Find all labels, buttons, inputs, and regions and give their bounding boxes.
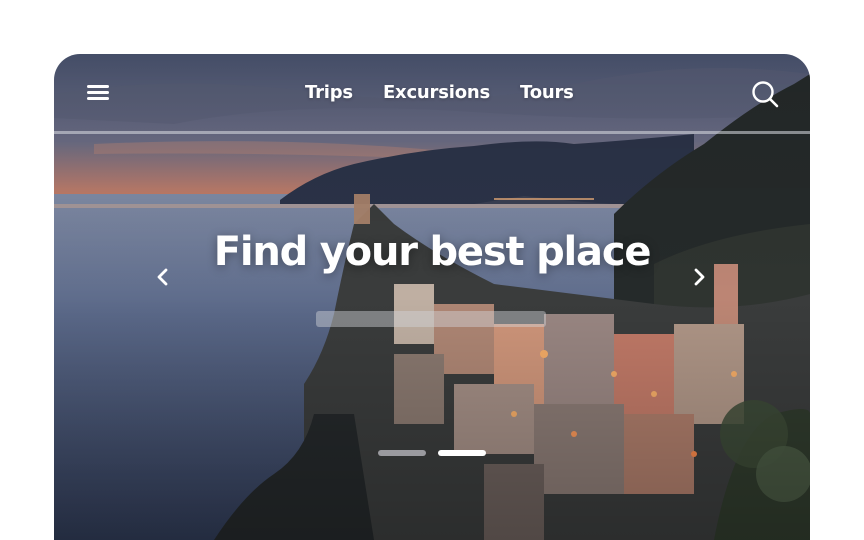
chevron-right-icon[interactable] (687, 265, 711, 289)
search-icon[interactable] (750, 79, 780, 109)
nav-links: Trips Excursions Tours (305, 81, 574, 105)
nav-link-trips[interactable]: Trips (305, 81, 353, 105)
hamburger-menu-icon[interactable] (86, 82, 110, 102)
slide-indicator-2[interactable] (438, 450, 486, 456)
top-navigation: Trips Excursions Tours (54, 54, 810, 134)
nav-link-tours[interactable]: Tours (520, 81, 574, 105)
slide-indicators (378, 450, 486, 456)
hero-banner: Trips Excursions Tours Find your best pl… (54, 54, 810, 540)
subtitle-placeholder-bar (316, 311, 546, 327)
chevron-left-icon[interactable] (151, 265, 175, 289)
nav-link-excursions[interactable]: Excursions (383, 81, 490, 105)
slide-indicator-1[interactable] (378, 450, 426, 456)
